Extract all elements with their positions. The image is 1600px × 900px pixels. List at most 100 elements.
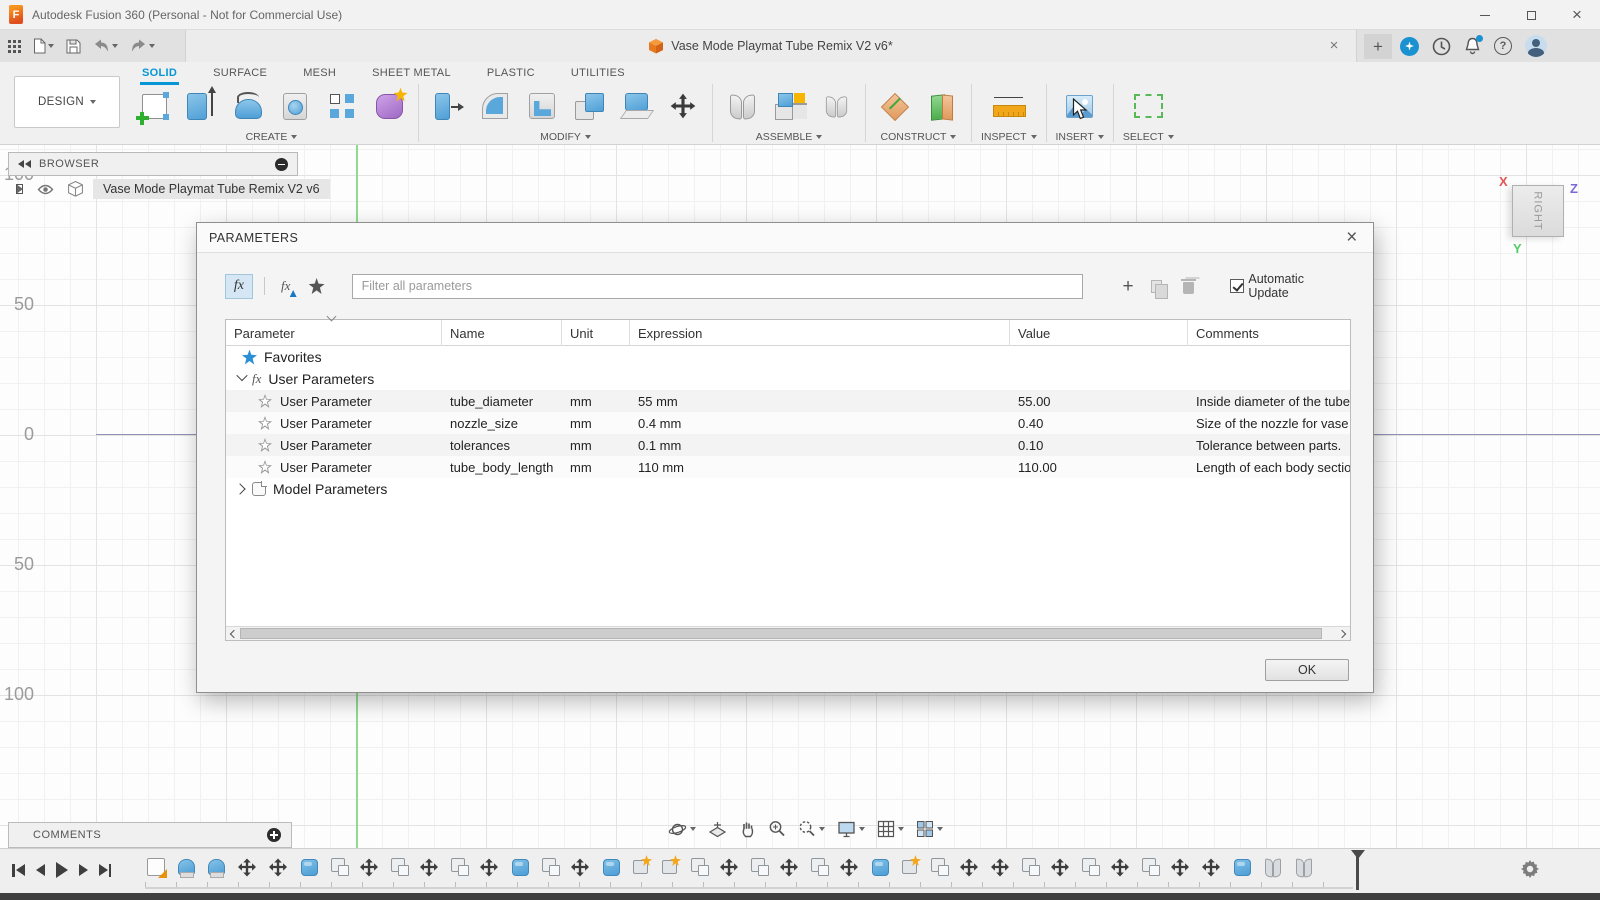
user-parameters-group-row[interactable]: User Parameters <box>226 368 1350 390</box>
construct-plane-button[interactable] <box>922 85 962 127</box>
fillet-button[interactable] <box>475 85 515 127</box>
param-expression[interactable]: 0.1 mm <box>630 438 1010 453</box>
expand-chevron-icon[interactable] <box>234 483 245 494</box>
timeline-item-move[interactable] <box>358 856 380 878</box>
param-name[interactable]: tube_diameter <box>442 394 562 409</box>
timeline-item-move[interactable] <box>838 856 860 878</box>
timeline-item-sketch[interactable] <box>147 858 165 876</box>
timeline-item-component[interactable] <box>1082 858 1096 872</box>
tab-surface[interactable]: SURFACE <box>211 65 269 85</box>
viewports-button[interactable] <box>916 820 943 838</box>
column-parameter[interactable]: Parameter <box>226 320 442 346</box>
timeline-item-component[interactable] <box>391 858 405 872</box>
joint-button[interactable] <box>722 85 762 127</box>
filter-input[interactable] <box>352 274 1083 299</box>
column-expression[interactable]: Expression <box>630 320 1010 346</box>
undo-button[interactable] <box>93 39 118 53</box>
tab-plastic[interactable]: PLASTIC <box>485 65 537 85</box>
create-form-button[interactable] <box>369 85 409 127</box>
column-unit[interactable]: Unit <box>562 320 630 346</box>
param-comment[interactable]: Length of each body section <box>1188 460 1350 475</box>
favorite-toggle-icon[interactable] <box>258 460 272 474</box>
timeline-item-component[interactable] <box>691 858 705 872</box>
step-back-button[interactable] <box>36 864 45 876</box>
select-button[interactable] <box>1128 85 1168 127</box>
grid-settings-button[interactable] <box>877 820 904 838</box>
play-button[interactable] <box>56 862 68 878</box>
user-parameter-add-icon[interactable] <box>276 278 296 294</box>
assemble-group-label[interactable]: ASSEMBLE <box>756 131 823 143</box>
parameter-row-nozzle-size[interactable]: User Parameter nozzle_size mm 0.4 mm 0.4… <box>226 412 1350 434</box>
column-value[interactable]: Value <box>1010 320 1188 346</box>
param-name[interactable]: tolerances <box>442 438 562 453</box>
select-group-label[interactable]: SELECT <box>1123 131 1174 143</box>
timeline-item-body[interactable] <box>603 859 620 876</box>
construct-group-label[interactable]: CONSTRUCT <box>881 131 957 143</box>
fx-filter-toggle[interactable] <box>225 274 253 299</box>
parameter-row-tube-diameter[interactable]: User Parameter tube_diameter mm 55 mm 55… <box>226 390 1350 412</box>
app-grid-button[interactable] <box>8 40 21 53</box>
sort-indicator-icon[interactable] <box>328 312 336 320</box>
timeline-item-move[interactable] <box>236 856 258 878</box>
scroll-left-icon[interactable] <box>226 627 240 640</box>
timeline-item-move[interactable] <box>1049 856 1071 878</box>
go-to-start-button[interactable] <box>12 864 25 877</box>
tab-close-button[interactable] <box>1326 37 1342 54</box>
timeline-item-move[interactable] <box>418 856 440 878</box>
press-pull-button[interactable] <box>428 85 468 127</box>
timeline-item-newcomp[interactable] <box>662 860 677 874</box>
param-comment[interactable]: Inside diameter of the tube <box>1188 394 1350 409</box>
timeline-item-component[interactable] <box>751 858 765 872</box>
timeline-item-component[interactable] <box>811 858 825 872</box>
tab-mesh[interactable]: MESH <box>301 65 338 85</box>
profile-avatar[interactable] <box>1525 35 1547 57</box>
move-copy-button[interactable] <box>663 85 703 127</box>
maximize-button[interactable] <box>1508 0 1554 30</box>
param-comment[interactable]: Size of the nozzle for vase m <box>1188 416 1350 431</box>
pan-button[interactable] <box>739 820 756 838</box>
timeline-item-move[interactable] <box>569 856 591 878</box>
zoom-window-button[interactable] <box>798 820 825 838</box>
timeline-item-move[interactable] <box>1200 856 1222 878</box>
param-expression[interactable]: 0.4 mm <box>630 416 1010 431</box>
timeline-item-component[interactable] <box>331 858 345 872</box>
dialog-title-bar[interactable]: PARAMETERS <box>197 223 1373 253</box>
tab-solid[interactable]: SOLID <box>140 65 179 85</box>
collapse-panel-icon[interactable] <box>18 160 31 168</box>
extrude-button[interactable] <box>181 85 221 127</box>
modify-group-label[interactable]: MODIFY <box>540 131 591 143</box>
create-group-label[interactable]: CREATE <box>246 131 298 143</box>
timeline-item-joint[interactable] <box>1262 856 1284 878</box>
create-sketch-button[interactable] <box>134 85 174 127</box>
hole-button[interactable] <box>275 85 315 127</box>
timeline-item-move[interactable] <box>989 856 1011 878</box>
timeline-playhead[interactable] <box>1356 850 1359 890</box>
browser-root-node[interactable]: Vase Mode Playmat Tube Remix V2 v6 <box>16 178 330 200</box>
browser-root-label[interactable]: Vase Mode Playmat Tube Remix V2 v6 <box>93 179 330 199</box>
collapse-chevron-icon[interactable] <box>236 371 247 381</box>
measure-button[interactable] <box>989 85 1029 127</box>
pattern-button[interactable] <box>322 85 362 127</box>
favorite-toggle-icon[interactable] <box>258 438 272 452</box>
ok-button[interactable]: OK <box>1265 659 1349 681</box>
visibility-eye-icon[interactable] <box>37 184 54 195</box>
look-at-button[interactable] <box>708 821 727 838</box>
help-icon[interactable] <box>1494 37 1512 55</box>
document-tab[interactable]: Vase Mode Playmat Tube Remix V2 v6* <box>185 30 1357 62</box>
minimize-panel-icon[interactable] <box>275 158 288 171</box>
dialog-close-button[interactable] <box>1343 228 1361 247</box>
redo-button[interactable] <box>130 39 155 53</box>
add-comment-icon[interactable] <box>267 828 281 842</box>
split-body-button[interactable] <box>616 85 656 127</box>
go-to-end-button[interactable] <box>99 864 112 877</box>
timeline-track[interactable] <box>145 855 1315 879</box>
timeline-item-component[interactable] <box>931 858 945 872</box>
favorites-group-row[interactable]: Favorites <box>226 346 1350 368</box>
timeline-item-move[interactable] <box>778 856 800 878</box>
timeline-item-body[interactable] <box>512 859 529 876</box>
timeline-item-move[interactable] <box>718 856 740 878</box>
timeline-item-move[interactable] <box>1169 856 1191 878</box>
as-built-joint-button[interactable] <box>816 85 856 127</box>
timeline-item-move[interactable] <box>267 856 289 878</box>
comments-panel[interactable]: COMMENTS <box>8 822 292 848</box>
